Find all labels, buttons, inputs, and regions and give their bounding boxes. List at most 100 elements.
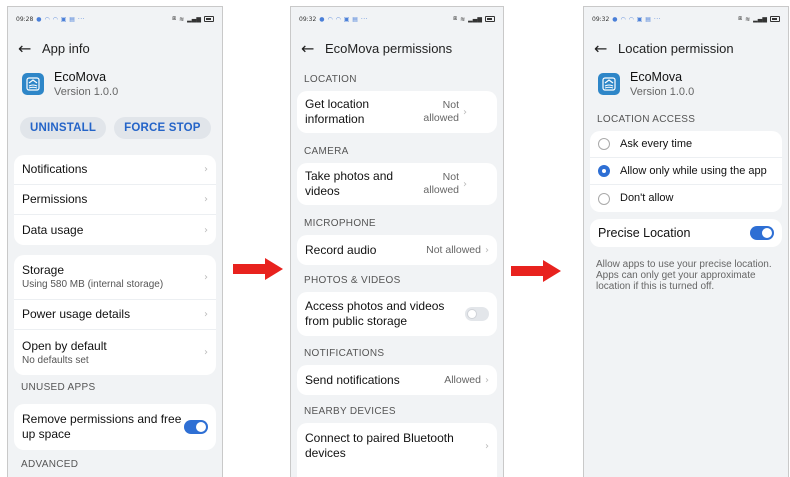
vibrate-icon: ⧈ — [172, 15, 177, 22]
battery-icon — [485, 16, 495, 22]
app-bar: ← Location permission — [594, 37, 778, 59]
photos-header: PHOTOS & VIDEOS — [304, 275, 401, 286]
chevron-right-icon: › — [204, 224, 208, 236]
notifications-label: Notifications — [22, 162, 88, 176]
precise-location-group: Precise Location — [590, 219, 782, 247]
power-usage-label: Power usage details — [22, 307, 131, 321]
remove-permissions-toggle[interactable] — [184, 420, 208, 434]
advanced-header: ADVANCED — [21, 459, 79, 470]
chevron-right-icon: › — [204, 164, 208, 175]
app-logo-icon — [598, 73, 620, 95]
chevron-right-icon: › — [204, 347, 208, 358]
location-header: LOCATION — [304, 74, 357, 85]
bluetooth-row[interactable]: Connect to paired Bluetooth devices › — [297, 423, 497, 469]
notification-icons: ● ◠ ◠ ▣ ▤ ··· — [319, 15, 369, 23]
storage-sub: Using 580 MB (internal storage) — [22, 279, 164, 290]
data-usage-row[interactable]: Data usage › — [14, 215, 216, 245]
camera-label: Take photos and videos — [305, 169, 394, 198]
vibrate-icon: ⧈ — [738, 15, 743, 22]
chevron-right-icon: › — [204, 194, 208, 205]
uninstall-button[interactable]: UNINSTALL — [20, 117, 107, 139]
red-arrow-icon — [233, 258, 283, 280]
back-arrow-icon[interactable]: ← — [594, 39, 618, 58]
option-dont-allow[interactable]: Don't allow — [590, 185, 782, 212]
photos-toggle[interactable] — [465, 307, 489, 321]
microphone-group: Record audio Not allowed › — [297, 235, 497, 265]
notifications-row[interactable]: Notifications › — [14, 155, 216, 185]
battery-icon — [770, 16, 780, 22]
app-name: EcoMova — [54, 70, 107, 84]
open-by-default-sub: No defaults set — [22, 354, 89, 366]
open-by-default-row[interactable]: Open by default No defaults set › — [14, 330, 216, 375]
radio-button[interactable] — [598, 192, 610, 205]
app-version: Version 1.0.0 — [54, 86, 119, 98]
app-header: EcoMova Version 1.0.0 — [598, 69, 694, 100]
microphone-row[interactable]: Record audio Not allowed › — [297, 235, 497, 265]
force-stop-button[interactable]: FORCE STOP — [114, 117, 211, 139]
open-by-default-label: Open by default — [22, 338, 107, 353]
location-row[interactable]: Get location information Not allowed › — [297, 91, 497, 133]
chevron-right-icon: › — [485, 374, 489, 386]
action-buttons: UNINSTALL FORCE STOP — [20, 117, 211, 139]
camera-group: Take photos and videos Not allowed › — [297, 163, 497, 205]
send-notifications-value: Allowed — [444, 373, 481, 386]
chevron-right-icon: › — [463, 106, 467, 118]
location-value: Not allowed — [423, 99, 459, 124]
signal-icon: ▂▄▆ — [753, 15, 767, 23]
photos-group: Access photos and videos from public sto… — [297, 292, 497, 336]
bluetooth-label: Connect to paired Bluetooth devices — [305, 431, 454, 460]
status-right-icons: ⧈ ≋ ▂▄▆ — [738, 15, 780, 23]
option-allow-while-using[interactable]: Allow only while using the app — [590, 158, 782, 185]
notification-icons: ● ◠ ◠ ▣ ▤ ··· — [36, 15, 86, 23]
notifications-group: Send notifications Allowed › — [297, 365, 497, 395]
photos-row[interactable]: Access photos and videos from public sto… — [297, 292, 497, 336]
status-bar: 09:32 ● ◠ ◠ ▣ ▤ ··· ⧈ ≋ ▂▄▆ — [299, 13, 495, 25]
app-version: Version 1.0.0 — [630, 86, 695, 98]
option-ask-every-time[interactable]: Ask every time — [590, 131, 782, 158]
location-options-group: Ask every time Allow only while using th… — [590, 131, 782, 212]
option-label: Allow only while using the app — [620, 164, 767, 177]
wifi-icon: ≋ — [179, 15, 185, 23]
status-right-icons: ⧈ ≋ ▂▄▆ — [172, 15, 214, 23]
camera-header: CAMERA — [304, 146, 349, 157]
permissions-label: Permissions — [22, 192, 88, 206]
photos-label: Access photos and videos from public sto… — [305, 299, 445, 328]
unused-apps-header: UNUSED APPS — [21, 382, 96, 393]
radio-button-selected[interactable] — [598, 165, 610, 177]
camera-value: Not allowed — [423, 171, 459, 196]
radio-button[interactable] — [598, 138, 610, 150]
battery-icon — [204, 16, 214, 22]
chevron-right-icon: › — [204, 271, 208, 283]
location-access-header: LOCATION ACCESS — [597, 114, 696, 125]
app-bar: ← EcoMova permissions — [301, 37, 493, 59]
status-bar: 09:28 ● ◠ ◠ ▣ ▤ ··· ⧈ ≋ ▂▄▆ — [16, 13, 214, 25]
send-notifications-label: Send notifications — [305, 372, 400, 387]
page-title: EcoMova permissions — [325, 40, 453, 56]
precise-location-row[interactable]: Precise Location — [590, 219, 782, 247]
precise-location-label: Precise Location — [598, 225, 691, 240]
remove-permissions-row[interactable]: Remove permissions and free up space — [14, 404, 216, 450]
send-notifications-row[interactable]: Send notifications Allowed › — [297, 365, 497, 395]
microphone-value: Not allowed — [426, 243, 481, 256]
app-logo-icon — [22, 73, 44, 95]
nearby-devices-header: NEARBY DEVICES — [304, 406, 396, 417]
red-arrow-icon — [511, 260, 561, 282]
back-arrow-icon[interactable]: ← — [18, 39, 42, 58]
settings-group-1: Notifications › Permissions › Data usage… — [14, 155, 216, 245]
location-group: Get location information Not allowed › — [297, 91, 497, 133]
storage-row[interactable]: Storage Using 580 MB (internal storage) … — [14, 255, 216, 300]
status-time: 09:28 — [16, 15, 34, 23]
screen-permissions: 09:32 ● ◠ ◠ ▣ ▤ ··· ⧈ ≋ ▂▄▆ ← EcoMova pe… — [290, 6, 504, 477]
app-header: EcoMova Version 1.0.0 — [22, 69, 118, 100]
page-title: App info — [42, 40, 90, 56]
precise-location-description: Allow apps to use your precise location.… — [596, 259, 772, 292]
camera-row[interactable]: Take photos and videos Not allowed › — [297, 163, 497, 205]
back-arrow-icon[interactable]: ← — [301, 39, 325, 58]
signal-icon: ▂▄▆ — [187, 15, 201, 23]
notification-icons: ● ◠ ◠ ▣ ▤ ··· — [612, 15, 662, 23]
permissions-row[interactable]: Permissions › — [14, 185, 216, 215]
precise-location-toggle[interactable] — [750, 226, 774, 240]
chevron-right-icon: › — [204, 309, 208, 320]
vibrate-icon: ⧈ — [453, 15, 458, 22]
power-usage-row[interactable]: Power usage details › — [14, 300, 216, 330]
